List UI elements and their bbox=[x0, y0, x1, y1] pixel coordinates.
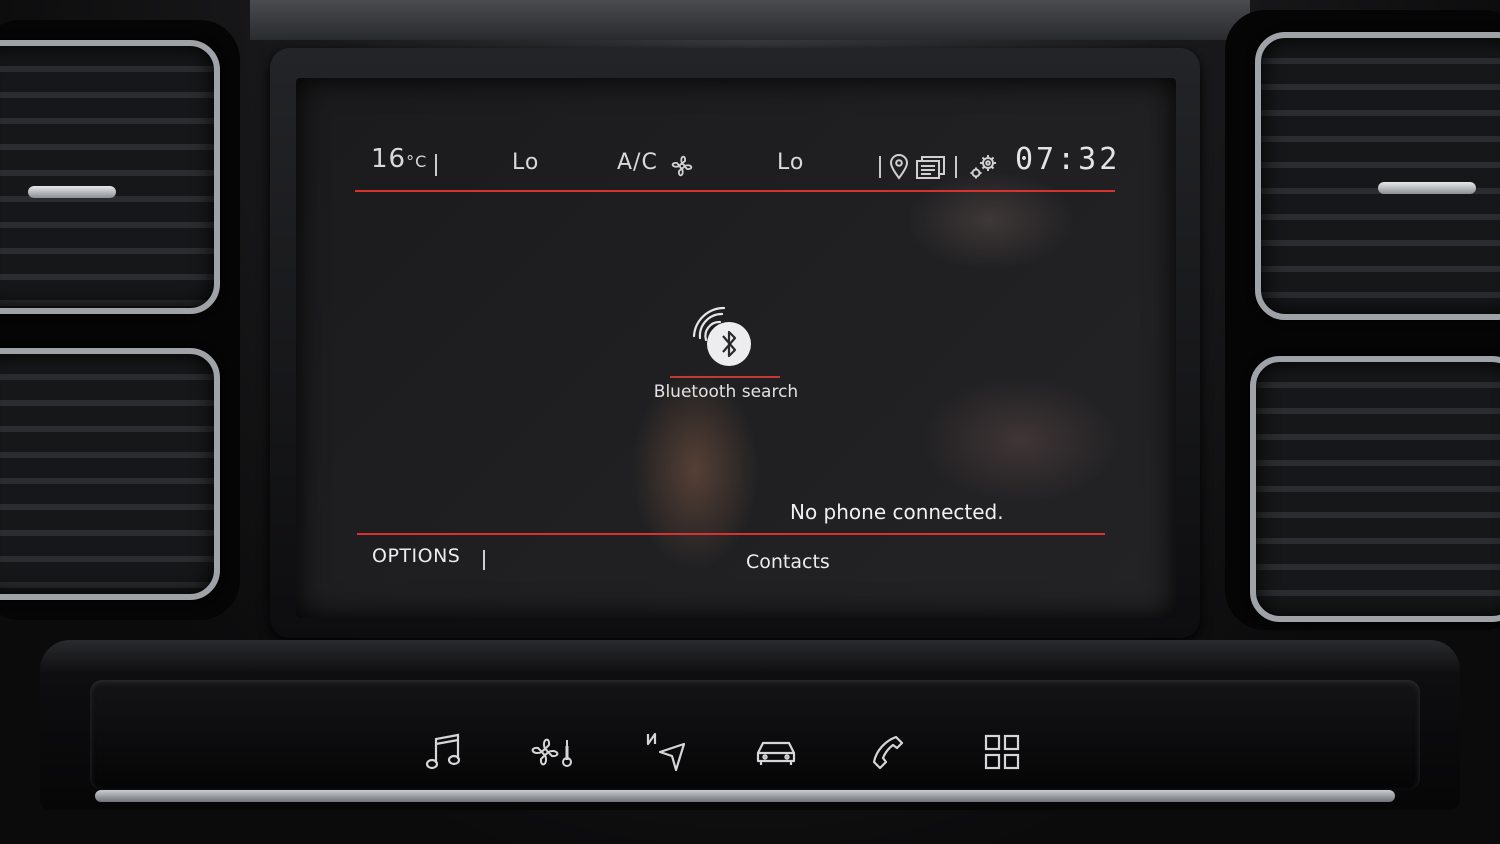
clock: 07:32 bbox=[1015, 142, 1121, 177]
dashboard-top-trim bbox=[250, 0, 1250, 40]
status-bar: 16°C Lo A/C Lo 07:32 bbox=[355, 140, 1117, 190]
bluetooth-search-label[interactable]: Bluetooth search bbox=[640, 382, 812, 402]
bottom-bar-separator bbox=[357, 533, 1105, 535]
media-button[interactable] bbox=[414, 722, 474, 782]
apps-grid-icon bbox=[983, 733, 1021, 771]
status-bar-separator bbox=[355, 190, 1115, 192]
messages-icon[interactable] bbox=[915, 154, 947, 180]
left-upper-vent-handle[interactable] bbox=[28, 186, 116, 198]
climate-button[interactable] bbox=[522, 722, 582, 782]
phone-icon bbox=[869, 733, 907, 771]
temperature-readout[interactable]: 16°C bbox=[371, 144, 427, 174]
left-fan-level[interactable]: Lo bbox=[512, 150, 539, 175]
music-note-icon bbox=[424, 733, 464, 771]
location-pin-icon[interactable] bbox=[889, 154, 909, 180]
navigation-icon bbox=[644, 732, 688, 772]
chrome-trim-strip bbox=[95, 790, 1395, 802]
connection-status-text: No phone connected. bbox=[790, 500, 1004, 524]
right-lower-vent bbox=[1250, 356, 1500, 622]
climate-icon bbox=[529, 734, 575, 770]
contacts-button[interactable]: Contacts bbox=[746, 551, 830, 573]
left-lower-vent bbox=[0, 348, 220, 600]
car-icon bbox=[754, 737, 798, 767]
options-divider bbox=[483, 550, 485, 570]
fan-icon[interactable] bbox=[669, 153, 695, 179]
options-button[interactable]: OPTIONS bbox=[372, 545, 460, 567]
left-upper-vent bbox=[0, 40, 220, 314]
temperature-unit: °C bbox=[406, 152, 428, 171]
status-divider bbox=[879, 156, 881, 178]
apps-button[interactable] bbox=[972, 722, 1032, 782]
status-divider bbox=[955, 156, 957, 178]
right-fan-level[interactable]: Lo bbox=[777, 150, 804, 175]
status-divider bbox=[435, 154, 437, 176]
navigation-button[interactable] bbox=[636, 722, 696, 782]
settings-gears-icon[interactable] bbox=[967, 152, 999, 182]
ac-label[interactable]: A/C bbox=[617, 150, 658, 175]
car-dashboard: 16°C Lo A/C Lo 07:32 Bluetooth search No… bbox=[0, 0, 1500, 844]
temperature-value: 16 bbox=[371, 144, 407, 174]
bluetooth-focus-underline bbox=[670, 376, 780, 378]
vehicle-button[interactable] bbox=[746, 722, 806, 782]
phone-button[interactable] bbox=[858, 722, 918, 782]
right-upper-vent bbox=[1255, 32, 1500, 320]
bluetooth-icon bbox=[688, 304, 760, 376]
right-upper-vent-handle[interactable] bbox=[1378, 182, 1476, 194]
